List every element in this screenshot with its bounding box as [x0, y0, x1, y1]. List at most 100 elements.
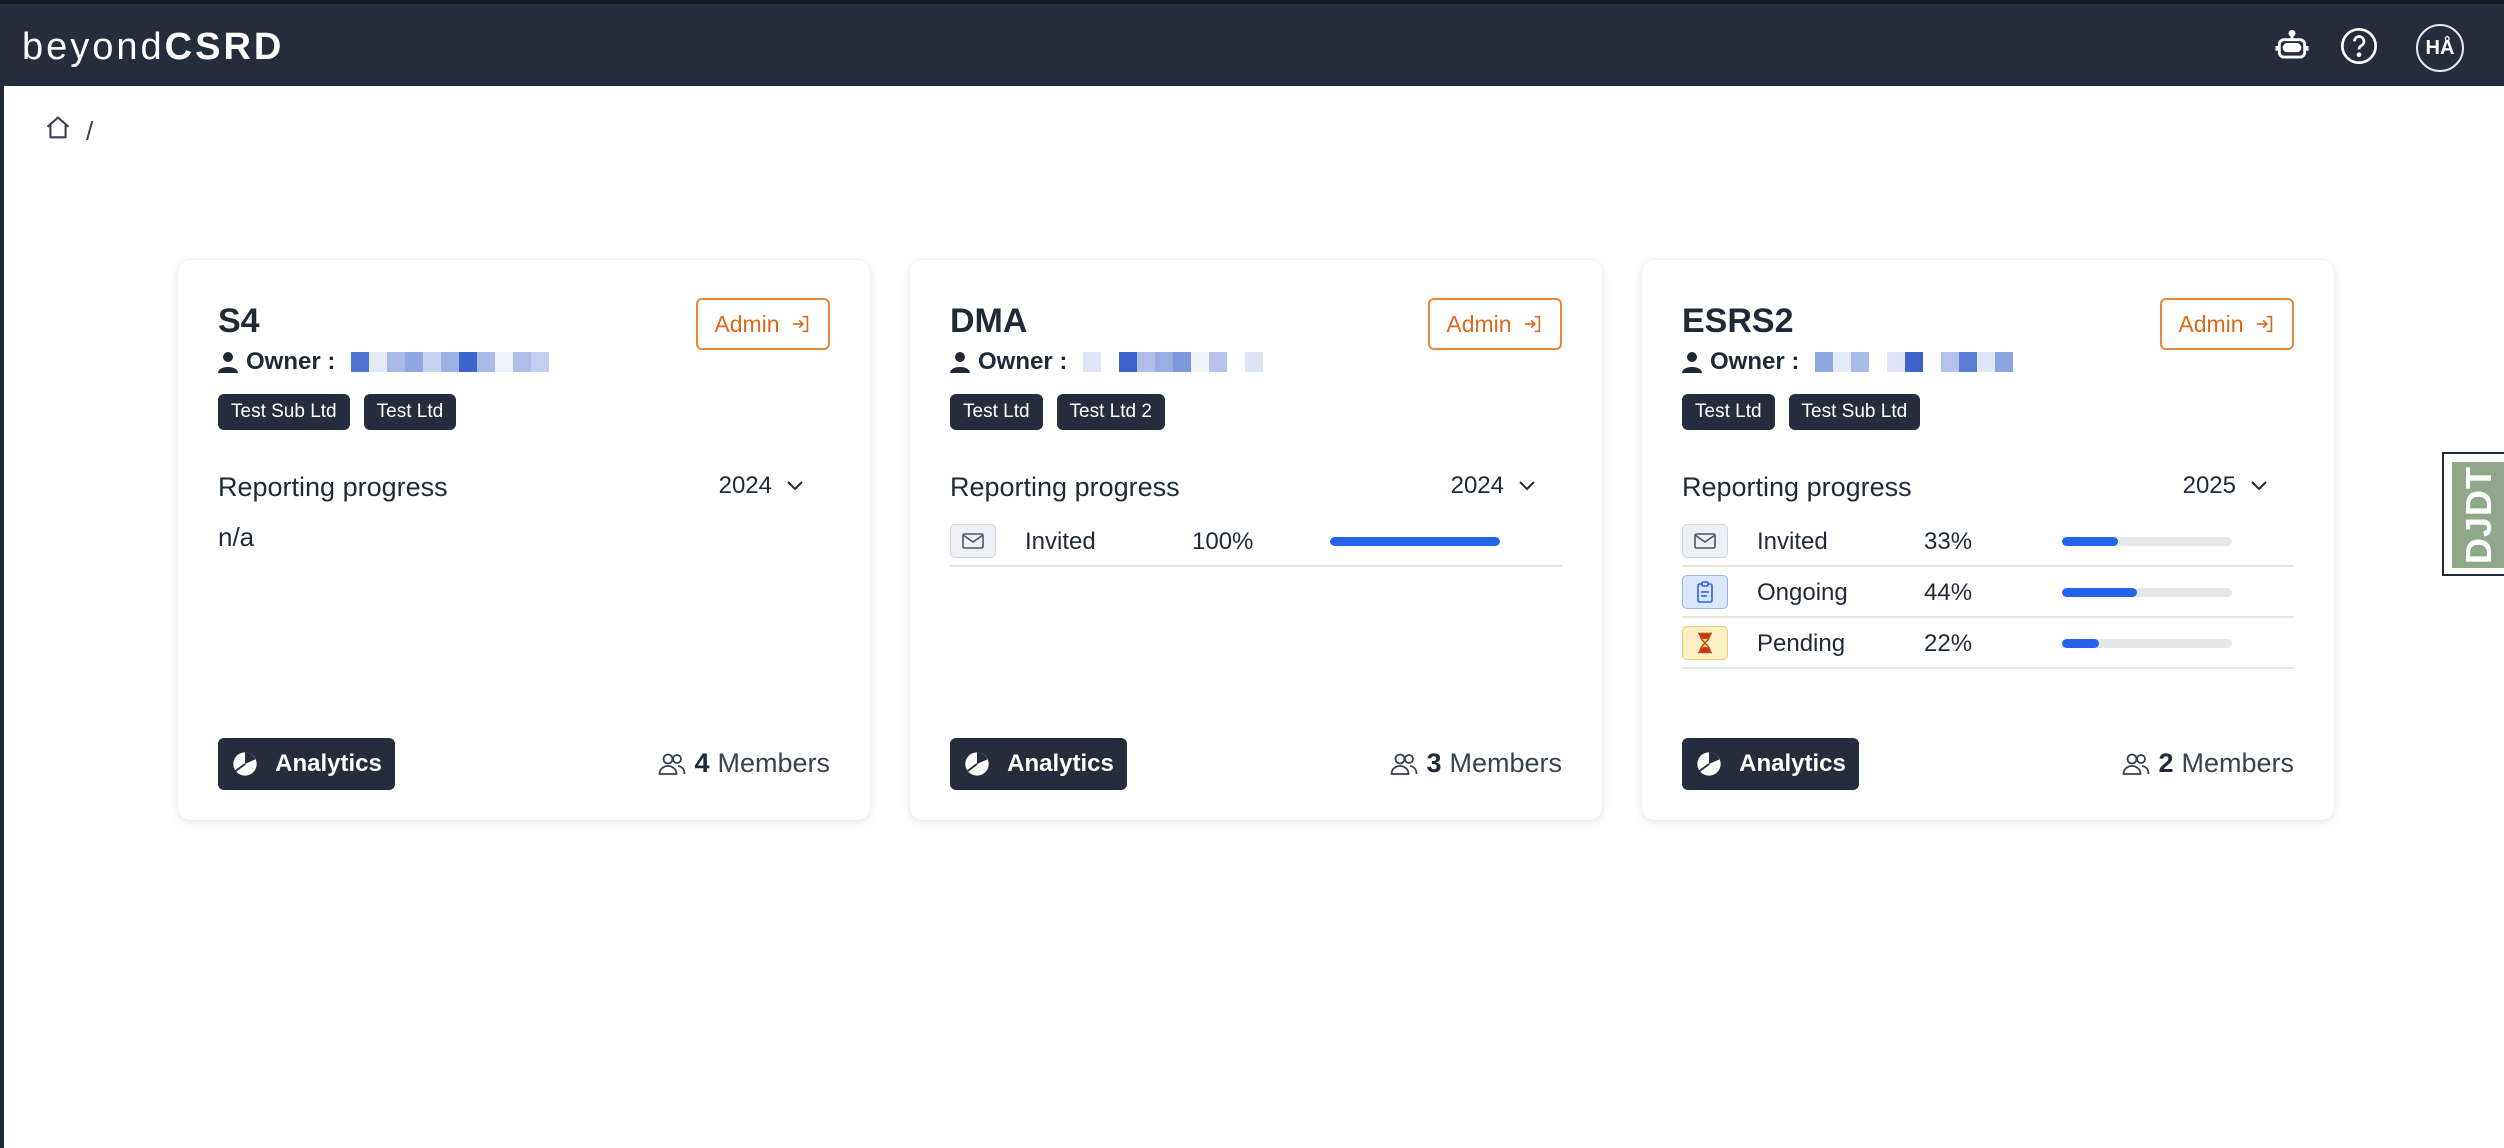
year-select[interactable]: 2024 [719, 472, 804, 500]
window-edge [0, 0, 4, 1148]
chevron-down-icon [1519, 481, 1535, 491]
company-tag: Test Ltd 2 [1056, 394, 1165, 430]
breadcrumb-separator: / [86, 116, 94, 146]
owner-label: Owner : [1710, 348, 1800, 375]
card-title: DMA [950, 302, 1028, 340]
owner-line: Owner : [950, 348, 1282, 376]
breadcrumb: / [44, 114, 93, 149]
status-percent: 22% [1924, 630, 1973, 657]
project-card-s4: S4 Owner : Admin Test Sub Ltd Test Ltd R… [178, 260, 870, 820]
analytics-button[interactable]: Analytics [1682, 738, 1859, 790]
year-value: 2025 [2182, 472, 2236, 499]
progress-row-pending: Pending 22% [1682, 618, 2294, 669]
home-icon[interactable] [44, 114, 72, 149]
users-icon [659, 753, 686, 775]
user-avatar[interactable]: HÅ [2416, 24, 2464, 72]
users-icon [2123, 753, 2150, 775]
members-count: 4 Members [658, 748, 830, 779]
progress-track [1330, 537, 1500, 546]
envelope-icon [950, 524, 996, 558]
members-count: 3 Members [1390, 748, 1562, 779]
reporting-progress-label: Reporting progress [950, 472, 1180, 502]
card-title: ESRS2 [1682, 302, 1794, 340]
owner-name-redacted [351, 352, 550, 372]
admin-button-label: Admin [1446, 310, 1512, 337]
status-percent: 100% [1192, 528, 1254, 555]
tag-list: Test Sub Ltd Test Ltd [218, 394, 457, 430]
progress-fill [2062, 537, 2119, 546]
logo-text-light: beyond [22, 26, 165, 68]
admin-button-label: Admin [2178, 310, 2244, 337]
members-count: 2 Members [2122, 748, 2294, 779]
admin-button[interactable]: Admin [2160, 298, 2294, 350]
analytics-label: Analytics [1739, 750, 1846, 777]
help-icon[interactable] [2339, 26, 2379, 66]
members-label: Members [1449, 748, 1562, 778]
users-icon [1391, 753, 1418, 775]
sign-in-icon [792, 315, 808, 333]
analytics-button[interactable]: Analytics [218, 738, 395, 790]
reporting-progress-label: Reporting progress [1682, 472, 1912, 502]
status-label: Ongoing [1757, 579, 1848, 606]
progress-track [2062, 639, 2232, 648]
company-tag: Test Sub Ltd [218, 394, 350, 430]
user-icon [1682, 352, 1702, 373]
company-tag: Test Ltd [363, 394, 457, 430]
owner-line: Owner : [1682, 348, 2014, 376]
clipboard-icon [1682, 575, 1728, 609]
owner-line: Owner : [218, 348, 550, 376]
owner-name-redacted [1083, 352, 1282, 372]
owner-label: Owner : [978, 348, 1068, 375]
status-label: Invited [1025, 528, 1096, 555]
admin-button-label: Admin [714, 310, 780, 337]
progress-fill [2062, 588, 2137, 597]
progress-fill [1330, 537, 1500, 546]
pie-chart-icon [965, 752, 989, 776]
progress-row-invited: Invited 100% [950, 516, 1562, 567]
members-label: Members [717, 748, 830, 778]
analytics-label: Analytics [1007, 750, 1114, 777]
app-logo[interactable]: beyondCSRD [22, 24, 284, 70]
reporting-progress-label: Reporting progress [218, 472, 448, 502]
project-card-dma: DMA Owner : Admin Test Ltd Test Ltd 2 Re… [910, 260, 1602, 820]
progress-track [2062, 588, 2232, 597]
chevron-down-icon [2251, 481, 2267, 491]
robot-icon[interactable] [2272, 26, 2312, 66]
progress-row-ongoing: Ongoing 44% [1682, 567, 2294, 618]
progress-track [2062, 537, 2232, 546]
top-navbar: beyondCSRD HÅ [0, 0, 2504, 86]
members-label: Members [2181, 748, 2294, 778]
sign-in-icon [2256, 315, 2272, 333]
year-select[interactable]: 2025 [2183, 472, 2268, 500]
user-icon [950, 352, 970, 373]
envelope-icon [1682, 524, 1728, 558]
status-label: Pending [1757, 630, 1846, 657]
no-progress-text: n/a [218, 522, 255, 552]
status-label: Invited [1757, 528, 1828, 555]
card-title: S4 [218, 302, 260, 340]
status-percent: 44% [1924, 579, 1973, 606]
year-select[interactable]: 2024 [1451, 472, 1536, 500]
pie-chart-icon [1697, 752, 1721, 776]
user-icon [218, 352, 238, 373]
progress-row-invited: Invited 33% [1682, 516, 2294, 567]
debug-toolbar-tab: DJDT [2452, 462, 2504, 568]
members-number: 4 [694, 748, 710, 778]
analytics-button[interactable]: Analytics [950, 738, 1127, 790]
company-tag: Test Sub Ltd [1788, 394, 1921, 430]
members-number: 2 [2158, 748, 2174, 778]
admin-button[interactable]: Admin [696, 298, 830, 350]
members-number: 3 [1426, 748, 1442, 778]
tag-list: Test Ltd Test Ltd 2 [950, 394, 1165, 430]
chevron-down-icon [787, 481, 803, 491]
debug-toolbar-label: DJDT [2458, 465, 2500, 565]
year-value: 2024 [718, 472, 772, 499]
progress-list: Invited 100% [950, 516, 1562, 567]
progress-list: Invited 33% Ongoing 44% Pending 22% [1682, 516, 2294, 669]
debug-toolbar-handle[interactable]: DJDT [2442, 452, 2504, 576]
admin-button[interactable]: Admin [1428, 298, 1562, 350]
company-tag: Test Ltd [1682, 394, 1775, 430]
year-value: 2024 [1450, 472, 1504, 499]
sign-in-icon [1524, 315, 1540, 333]
company-tag: Test Ltd [950, 394, 1043, 430]
